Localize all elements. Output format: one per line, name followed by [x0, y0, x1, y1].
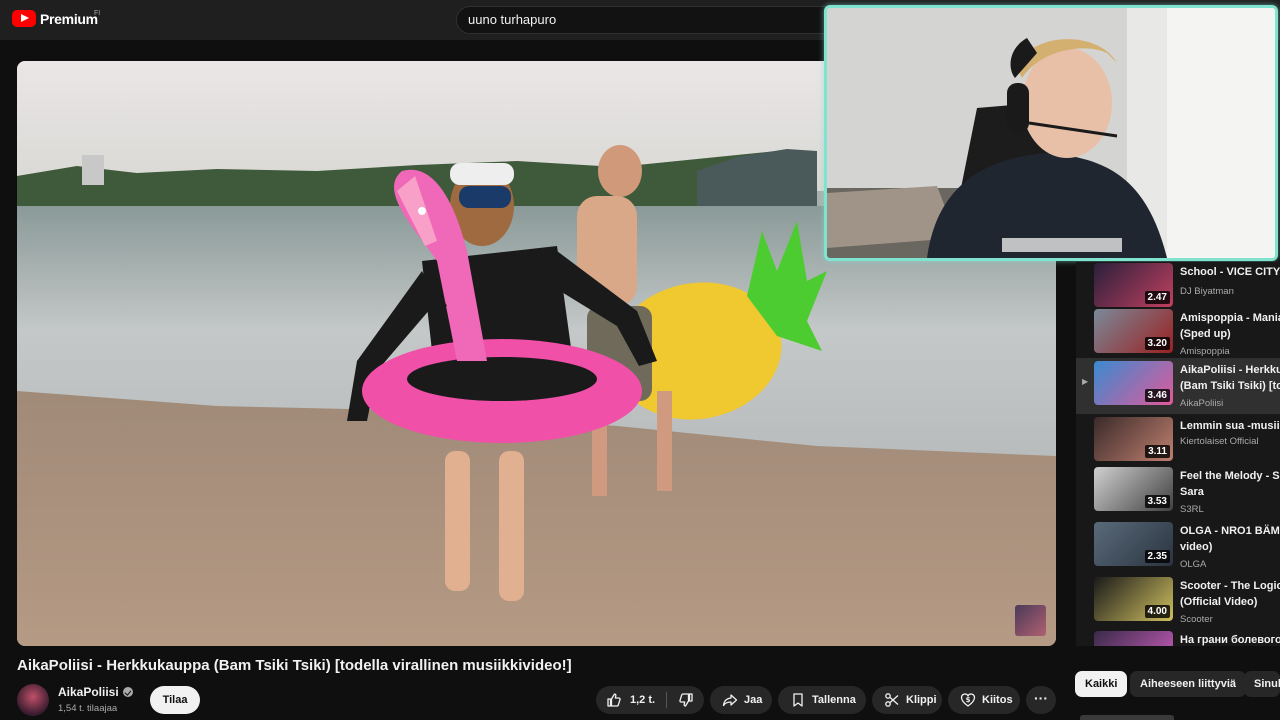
playlist-item[interactable]: 3.11 Lemmin sua -musiik Kiertolaiset Off… — [1076, 414, 1280, 470]
next-item-edge — [1080, 715, 1174, 720]
subscribe-button[interactable]: Tilaa — [150, 686, 200, 714]
save-button[interactable]: Tallenna — [778, 686, 866, 714]
duration-badge: 3.46 — [1144, 389, 1170, 402]
duration-badge: 4.00 — [1144, 605, 1170, 618]
video-thumbnail: 3.20 — [1094, 309, 1173, 353]
playlist-item-current[interactable]: ▶ 3.46 AikaPoliisi - Herkkuk (Bam Tsiki … — [1076, 358, 1280, 414]
now-playing-icon: ▶ — [1082, 377, 1089, 386]
playlist-item-title: Scooter - The Logica — [1180, 580, 1280, 592]
scissors-icon — [885, 693, 899, 707]
chip-channel[interactable]: Sinul — [1244, 671, 1280, 697]
more-actions-button[interactable]: ··· — [1026, 686, 1056, 714]
share-icon — [722, 694, 738, 707]
playlist-item-channel: DJ Biyatman — [1180, 286, 1234, 297]
super-thanks-icon: $ — [960, 693, 976, 707]
playlist-item-title-line2: (Sped up) — [1180, 328, 1231, 340]
playlist-panel: 2.47 School - VICE CITY ( DJ Biyatman 3.… — [1076, 262, 1280, 646]
channel-avatar[interactable] — [17, 684, 49, 716]
playlist-item-title-line2: Sara — [1180, 486, 1204, 498]
like-button[interactable]: 1,2 t. — [596, 686, 666, 714]
playlist-item-channel: Amispoppia — [1180, 346, 1230, 357]
clip-button[interactable]: Klippi — [872, 686, 942, 714]
playlist-item-title-line2: (Official Video) — [1180, 596, 1258, 608]
video-thumbnail: 4.00 — [1094, 577, 1173, 621]
search-input[interactable]: uuno turhapuro — [456, 6, 826, 34]
video-thumbnail — [1094, 631, 1173, 646]
divider — [666, 692, 667, 708]
like-count: 1,2 t. — [630, 694, 656, 706]
playlist-item-channel: S3RL — [1180, 504, 1204, 515]
youtube-logo[interactable]: Premium — [12, 10, 98, 27]
chip-all[interactable]: Kaikki — [1075, 671, 1128, 697]
playlist-item-title: OLGA - NRO1 BÄMÄ — [1180, 525, 1280, 537]
end-screen-thumbnail[interactable] — [1015, 605, 1046, 636]
country-code: FI — [94, 10, 101, 17]
streamer-camera — [827, 8, 1275, 258]
playlist-item-title: School - VICE CITY ( — [1180, 266, 1280, 278]
duration-badge: 3.11 — [1145, 445, 1170, 458]
playlist-item-title: Amispoppia - Maniac — [1180, 312, 1280, 324]
thanks-label: Kiitos — [982, 694, 1013, 706]
svg-text:$: $ — [966, 696, 971, 704]
video-thumbnail: 2.47 — [1094, 263, 1173, 307]
like-dislike-group: 1,2 t. — [596, 686, 704, 714]
logo-text: Premium — [40, 10, 98, 27]
duration-badge: 3.20 — [1144, 337, 1170, 350]
video-thumbnail: 2.35 — [1094, 522, 1173, 566]
playlist-item[interactable]: 3.20 Amispoppia - Maniac (Sped up) Amisp… — [1076, 306, 1280, 362]
dislike-button[interactable] — [668, 686, 704, 714]
playlist-item-channel: OLGA — [1180, 559, 1207, 570]
video-thumbnail: 3.53 — [1094, 467, 1173, 511]
playlist-item-title: Feel the Melody - S3 — [1180, 470, 1280, 482]
share-button[interactable]: Jaa — [710, 686, 772, 714]
clip-label: Klippi — [906, 694, 937, 706]
duration-badge: 2.35 — [1144, 550, 1170, 563]
youtube-play-icon — [12, 10, 36, 27]
bookmark-icon — [793, 693, 803, 707]
playlist-item-channel: Kiertolaiset Official — [1180, 436, 1259, 447]
playlist-item-title: AikaPoliisi - Herkkuk — [1180, 364, 1280, 376]
playlist-item-title-line2: video) — [1180, 541, 1213, 553]
subscriber-count: 1,54 t. tilaajaa — [58, 703, 118, 714]
duration-badge: 3.53 — [1144, 495, 1170, 508]
video-thumbnail: 3.11 — [1094, 417, 1173, 461]
channel-name-row[interactable]: AikaPoliisi — [58, 685, 133, 699]
verified-icon — [122, 687, 133, 697]
playlist-item-title: Lemmin sua -musiik — [1180, 420, 1280, 432]
playlist-item[interactable]: 2.35 OLGA - NRO1 BÄMÄ video) OLGA — [1076, 519, 1280, 575]
playlist-item[interactable]: 4.00 Scooter - The Logica (Official Vide… — [1076, 574, 1280, 630]
thanks-button[interactable]: $ Kiitos — [948, 686, 1020, 714]
playlist-item[interactable]: На грани болевого ( — [1076, 628, 1280, 646]
channel-name[interactable]: AikaPoliisi — [58, 685, 119, 699]
thumbs-up-icon — [607, 693, 621, 707]
chip-related[interactable]: Aiheeseen liittyviä — [1130, 671, 1246, 697]
save-label: Tallenna — [812, 694, 856, 706]
playlist-item[interactable]: 3.53 Feel the Melody - S3 Sara S3RL — [1076, 464, 1280, 520]
video-title: AikaPoliisi - Herkkukauppa (Bam Tsiki Ts… — [17, 657, 572, 674]
thumbs-down-icon — [679, 693, 693, 707]
video-thumbnail: 3.46 — [1094, 361, 1173, 405]
playlist-item-title-line2: (Bam Tsiki Tsiki) [tod — [1180, 380, 1280, 392]
webcam-overlay — [824, 5, 1278, 261]
playlist-item-channel: AikaPoliisi — [1180, 398, 1224, 409]
share-label: Jaa — [744, 694, 763, 706]
playlist-item-channel: Scooter — [1180, 614, 1213, 625]
duration-badge: 2.47 — [1144, 291, 1170, 304]
playlist-item-title: На грани болевого ( — [1180, 634, 1280, 646]
